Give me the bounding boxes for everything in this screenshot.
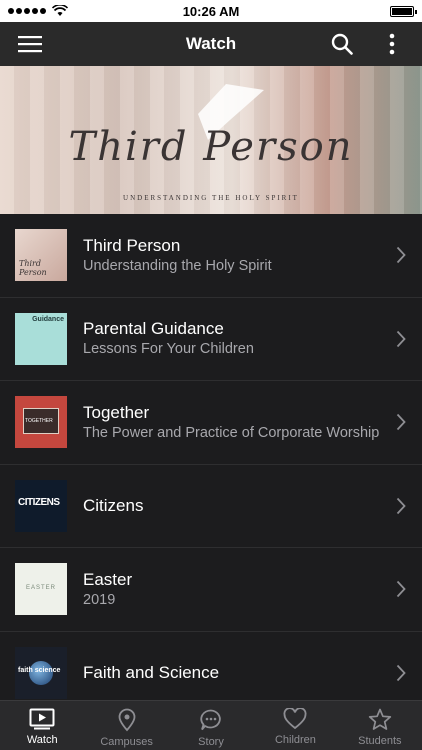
tab-bar: Watch Campuses Story Children Students <box>0 700 422 750</box>
series-title: Citizens <box>83 495 144 515</box>
tab-children[interactable]: Children <box>253 701 337 750</box>
series-text: Easter 2019 <box>83 570 422 609</box>
series-title: Parental Guidance <box>83 319 224 339</box>
series-thumbnail: CITIZENS <box>15 479 67 532</box>
series-title: Third Person <box>83 235 181 255</box>
series-row-citizens[interactable]: CITIZENS Citizens <box>0 465 422 548</box>
tab-campuses[interactable]: Campuses <box>84 701 168 750</box>
series-thumbnail: faith science <box>15 646 67 699</box>
chevron-right-icon <box>396 664 406 681</box>
tab-label: Campuses <box>100 736 153 748</box>
chevron-right-icon <box>396 330 406 347</box>
status-bar: 10:26 AM <box>0 0 422 22</box>
series-row-third-person[interactable]: Third Person Third Person Understanding … <box>0 214 422 298</box>
series-row-easter[interactable]: EASTER Easter 2019 <box>0 548 422 632</box>
signal-strength-icon <box>8 8 46 14</box>
search-icon[interactable] <box>328 30 356 58</box>
series-subtitle: 2019 <box>83 591 116 608</box>
series-thumbnail: EASTER <box>15 563 67 616</box>
series-subtitle: Lessons For Your Children <box>83 341 254 358</box>
wifi-icon <box>52 5 68 16</box>
chat-bubble-icon <box>200 709 221 731</box>
thumbnail-text: Third Person <box>19 259 47 278</box>
map-pin-icon <box>118 708 136 732</box>
tab-watch[interactable]: Watch <box>0 701 84 750</box>
tab-story[interactable]: Story <box>169 701 253 750</box>
chevron-right-icon <box>396 497 406 514</box>
status-left <box>8 5 68 17</box>
series-row-together[interactable]: TOGETHER Together The Power and Practice… <box>0 381 422 465</box>
star-icon <box>368 708 391 730</box>
series-title: Together <box>83 402 150 422</box>
series-row-parental-guidance[interactable]: Guidance Parental Guidance Lessons For Y… <box>0 298 422 381</box>
series-text: Faith and Science <box>83 663 422 683</box>
chevron-right-icon <box>396 247 406 264</box>
nav-actions <box>328 30 406 58</box>
heart-icon <box>283 708 307 730</box>
tab-label: Students <box>358 735 402 747</box>
series-thumbnail: Third Person <box>15 229 67 282</box>
hero-subtitle: UNDERSTANDING THE HOLY SPIRIT <box>123 194 299 202</box>
series-text: Citizens <box>83 496 422 516</box>
thumbnail-text: EASTER <box>26 585 57 592</box>
play-screen-icon <box>29 708 55 730</box>
series-thumbnail: Guidance <box>15 312 67 365</box>
tab-label: Children <box>274 734 316 746</box>
series-text: Parental Guidance Lessons For Your Child… <box>83 319 422 358</box>
thumbnail-text: Guidance <box>32 315 64 323</box>
series-thumbnail: TOGETHER <box>15 396 67 449</box>
featured-series-banner[interactable]: Third Person UNDERSTANDING THE HOLY SPIR… <box>0 66 422 214</box>
series-subtitle: Understanding the Holy Spirit <box>83 257 272 274</box>
series-title: Faith and Science <box>83 662 220 682</box>
tab-label: Story <box>198 736 224 748</box>
series-list: Third Person Third Person Understanding … <box>0 214 422 700</box>
more-vertical-icon[interactable] <box>378 30 406 58</box>
series-text: Together The Power and Practice of Corpo… <box>83 403 422 442</box>
tab-label: Watch <box>26 734 58 746</box>
navigation-bar: Watch <box>0 22 422 66</box>
hero-title: Third Person <box>68 124 354 170</box>
tab-students[interactable]: Students <box>338 701 422 750</box>
hamburger-menu-icon[interactable] <box>16 30 44 58</box>
thumbnail-text: faith science <box>18 666 61 674</box>
series-title: Easter <box>83 569 133 589</box>
series-subtitle: The Power and Practice of Corporate Wors… <box>83 424 380 441</box>
thumbnail-text: CITIZENS <box>18 496 60 508</box>
series-text: Third Person Understanding the Holy Spir… <box>83 236 422 275</box>
battery-icon <box>390 5 417 17</box>
chevron-right-icon <box>396 581 406 598</box>
thumbnail-text: TOGETHER <box>25 418 53 425</box>
chevron-right-icon <box>396 414 406 431</box>
series-row-faith-and-science[interactable]: faith science Faith and Science <box>0 632 422 701</box>
